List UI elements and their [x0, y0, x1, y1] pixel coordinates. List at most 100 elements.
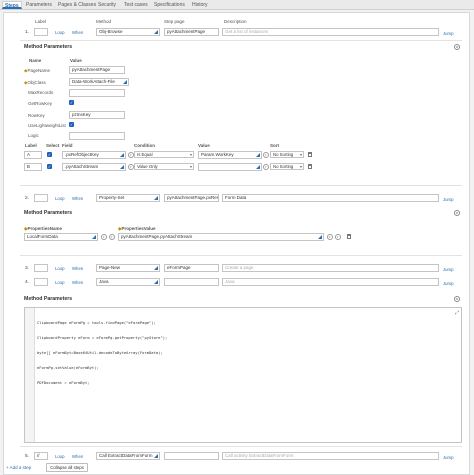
- step-page-input[interactable]: pyAttachmentPage: [164, 28, 219, 36]
- jump-link[interactable]: Jump: [443, 281, 454, 286]
- filter-select-checkbox[interactable]: ✓: [47, 152, 52, 157]
- method-input[interactable]: Property-Set: [96, 194, 160, 202]
- filter-row-label[interactable]: B: [24, 163, 42, 171]
- collapse-all-steps-button[interactable]: Collapse all steps: [46, 463, 88, 472]
- uselightweightlist-checkbox[interactable]: ✓: [69, 122, 74, 127]
- step-page-input[interactable]: pyAttachmentPage.pxRes: [164, 194, 219, 202]
- method-input[interactable]: Page-New: [96, 264, 160, 272]
- description-input[interactable]: Call activity ExtractDataFromForm: [222, 452, 439, 460]
- step-label-input[interactable]: //: [34, 452, 48, 460]
- filter-condition-select[interactable]: Is Equal: [134, 151, 194, 158]
- property-value-info-icon[interactable]: ◐: [327, 234, 333, 240]
- tab-history[interactable]: History: [190, 1, 210, 9]
- description-input[interactable]: Form Data: [222, 194, 439, 202]
- java-code-editor[interactable]: ClipboardPage eFormPg = tools.findPage("…: [24, 307, 462, 443]
- method-input[interactable]: Obj-Browse: [96, 28, 160, 36]
- settings-icon[interactable]: ⚙: [454, 210, 460, 216]
- step-number: 5.: [25, 454, 30, 459]
- tab-steps[interactable]: Steps: [2, 1, 22, 9]
- property-name-more-icon[interactable]: ◐: [109, 234, 115, 240]
- filter-field-input[interactable]: .pxRefObjectKey: [62, 151, 126, 159]
- param-value-rowkey[interactable]: pzInsKey: [69, 111, 125, 119]
- loop-link[interactable]: Loop: [55, 30, 65, 35]
- method-input[interactable]: Call ExtractDataFromForm: [96, 452, 160, 460]
- jump-link[interactable]: Jump: [443, 197, 454, 202]
- filter-value-input[interactable]: Param.WorkKey: [198, 151, 262, 159]
- column-header-step-page: Step page: [164, 19, 185, 24]
- delete-row-icon[interactable]: [308, 164, 312, 169]
- when-link[interactable]: When: [72, 266, 83, 271]
- when-link[interactable]: When: [72, 30, 83, 35]
- jump-link[interactable]: Jump: [443, 31, 454, 36]
- filter-field-header: Field: [62, 143, 73, 148]
- method-parameters-title: Method Parameters: [24, 210, 73, 216]
- step-number: 4.: [25, 280, 30, 285]
- property-value-input[interactable]: pyAttachmentPage.pyAttachStream: [118, 233, 324, 241]
- loop-link[interactable]: Loop: [55, 266, 65, 271]
- filter-select-checkbox[interactable]: ✓: [47, 164, 52, 169]
- code-content[interactable]: ClipboardPage eFormPg = tools.findPage("…: [37, 310, 167, 395]
- property-value-more-icon[interactable]: ◐: [335, 234, 341, 240]
- column-header-description: Description: [224, 19, 247, 24]
- filter-row-label[interactable]: A: [24, 151, 42, 159]
- param-name-logic: Logic: [28, 133, 39, 138]
- loop-link[interactable]: Loop: [55, 280, 65, 285]
- when-link[interactable]: When: [72, 280, 83, 285]
- delete-row-icon[interactable]: [347, 234, 351, 239]
- param-value-maxrecords[interactable]: [69, 89, 125, 97]
- filter-value-info-icon[interactable]: ◐: [263, 152, 269, 158]
- jump-link[interactable]: Jump: [443, 267, 454, 272]
- loop-link[interactable]: Loop: [55, 196, 65, 201]
- param-value-logic[interactable]: [69, 132, 125, 140]
- jump-link[interactable]: Jump: [443, 455, 454, 460]
- tab-pages-classes[interactable]: Pages & Classes: [56, 1, 98, 9]
- description-input[interactable]: Get a list of instances: [222, 28, 439, 36]
- method-input[interactable]: Java: [96, 278, 160, 286]
- step-label-input[interactable]: [34, 28, 48, 36]
- description-input[interactable]: Create a page: [222, 264, 439, 272]
- tab-test-cases[interactable]: Test cases: [122, 1, 150, 9]
- filter-condition-select[interactable]: Value Only: [134, 163, 194, 170]
- column-header-method: Method: [96, 19, 112, 24]
- settings-icon[interactable]: ⚙: [454, 296, 460, 302]
- property-name-info-icon[interactable]: ◐: [101, 234, 107, 240]
- add-step-link[interactable]: + Add a step: [6, 465, 31, 470]
- tab-specifications[interactable]: Specifications: [152, 1, 187, 9]
- param-name-getrowkey: GetRowKey: [28, 101, 53, 106]
- filter-field-input[interactable]: .pyAttachStream: [62, 163, 126, 171]
- tab-security[interactable]: Security: [96, 1, 118, 9]
- filter-value-input[interactable]: [198, 163, 262, 171]
- param-value-objclass[interactable]: Data-WorkAttach-File: [69, 78, 129, 86]
- filter-value-info-icon[interactable]: ◐: [263, 164, 269, 170]
- delete-row-icon[interactable]: [308, 152, 312, 157]
- property-name-input[interactable]: LocalFormData: [24, 233, 98, 241]
- divider: [20, 185, 462, 186]
- getrowkey-checkbox[interactable]: ✓: [69, 100, 74, 105]
- param-value-pagename[interactable]: pyAttachmentPage: [69, 66, 125, 74]
- when-link[interactable]: When: [72, 454, 83, 459]
- method-parameters-title: Method Parameters: [24, 44, 73, 50]
- step-label-input[interactable]: [34, 278, 48, 286]
- step-number: 2.: [25, 196, 30, 201]
- description-input[interactable]: Java: [222, 278, 439, 286]
- step-page-input[interactable]: [164, 278, 219, 286]
- step-page-input[interactable]: eFormPage: [164, 264, 219, 272]
- step-label-input[interactable]: [34, 194, 48, 202]
- filter-value-header: Value: [198, 143, 210, 148]
- filter-sort-header: Sort: [270, 143, 279, 148]
- step-label-input[interactable]: [34, 264, 48, 272]
- loop-link[interactable]: Loop: [55, 454, 65, 459]
- step-page-input[interactable]: [164, 452, 219, 460]
- filter-select-header: Select: [46, 143, 60, 148]
- tab-bar: Steps Parameters Pages & Classes Securit…: [0, 0, 474, 10]
- filter-sort-select[interactable]: No Sorting: [270, 151, 304, 158]
- properties-value-header: ◆PropertiesValue: [118, 226, 156, 231]
- filter-sort-select[interactable]: No Sorting: [270, 163, 304, 170]
- settings-icon[interactable]: ⚙: [454, 44, 460, 50]
- tab-parameters[interactable]: Parameters: [24, 1, 54, 9]
- params-name-header: Name: [29, 58, 42, 63]
- when-link[interactable]: When: [72, 196, 83, 201]
- expand-editor-icon[interactable]: ⤢: [455, 310, 459, 316]
- properties-name-header: ◆PropertiesName: [24, 226, 62, 231]
- plus-icon: +: [6, 465, 9, 470]
